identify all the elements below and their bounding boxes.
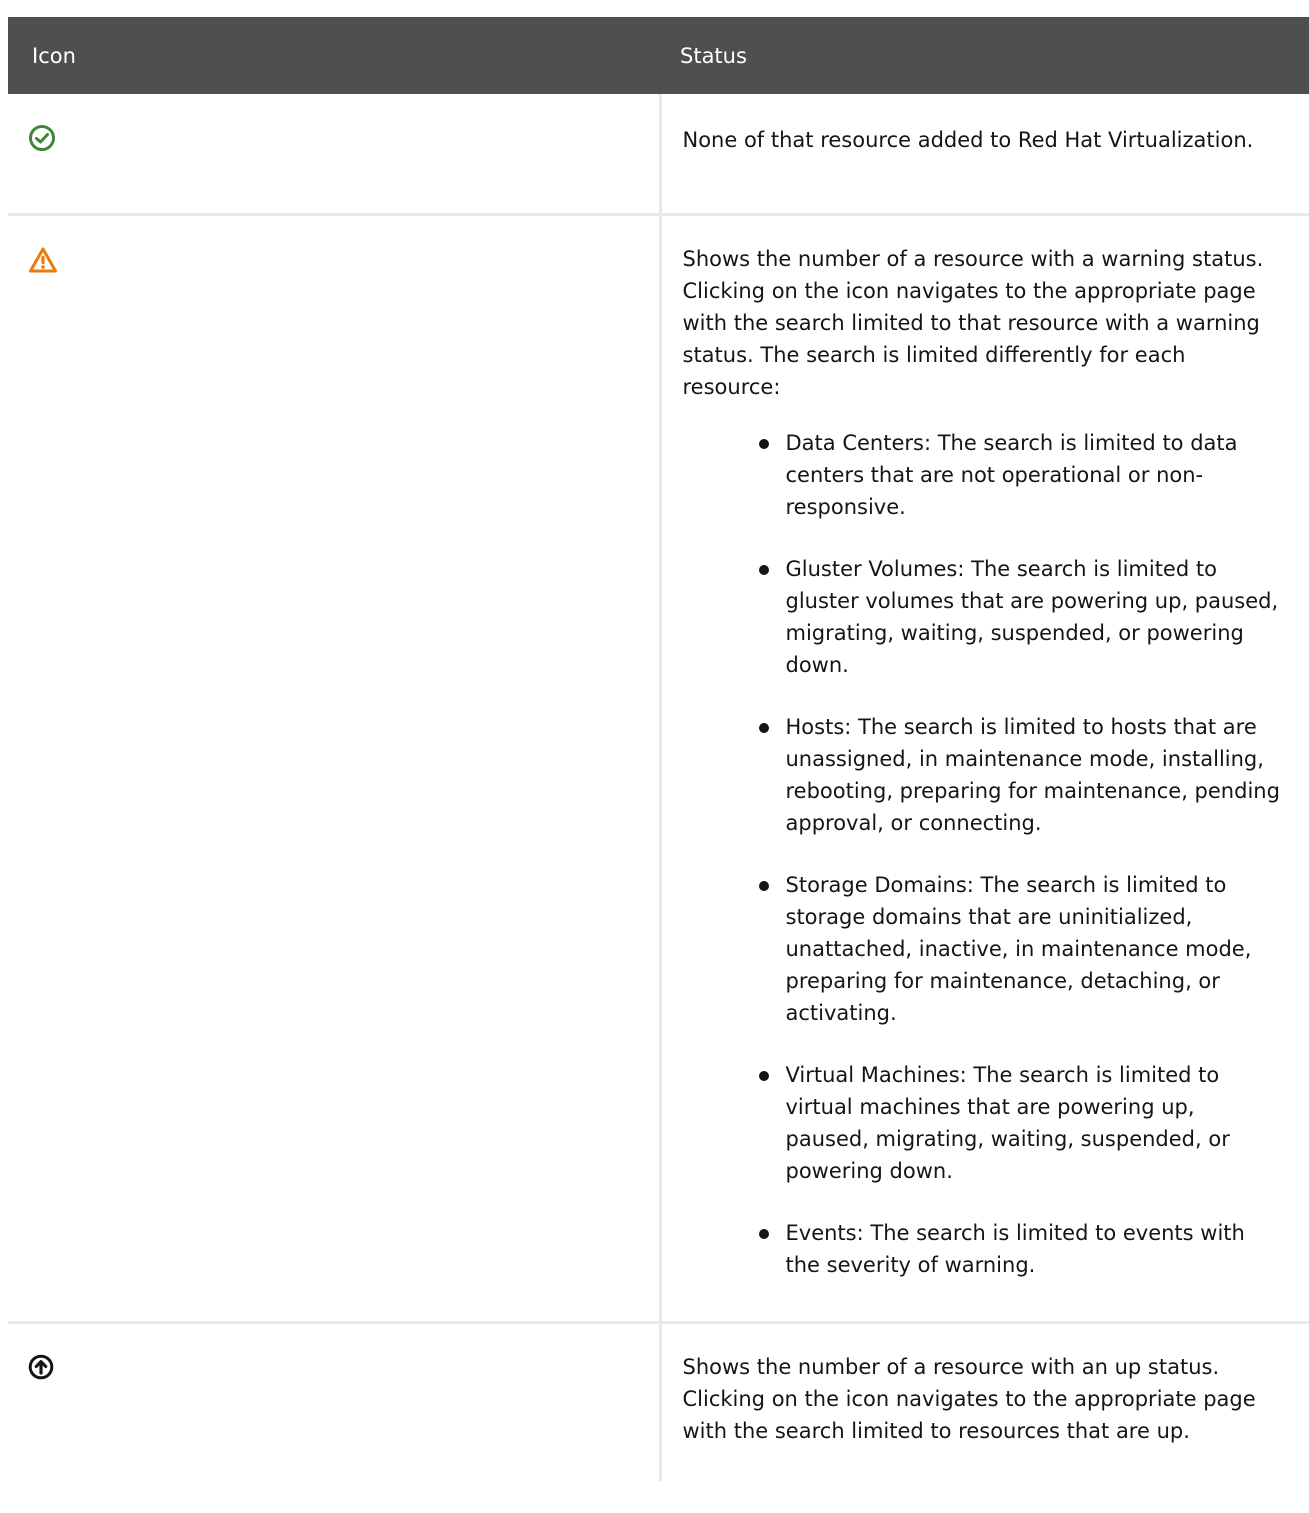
status-description: None of that resource added to Red Hat V… [660,94,1309,216]
resource-term: Gluster Volumes [785,556,958,581]
list-item: Storage Domains: The search is limited t… [758,869,1284,1029]
status-description: Shows the number of a resource with a wa… [682,246,1264,399]
warning-triangle-icon [28,246,659,274]
resource-list: Data Centers: The search is limited to d… [683,427,1284,1281]
icon-cell [8,1322,662,1481]
bullet-icon [758,564,769,575]
arrow-up-circle-icon [28,1354,659,1380]
list-item: Data Centers: The search is limited to d… [758,427,1284,523]
bullet-icon [758,1228,769,1239]
resource-term: Virtual Machines [785,1062,960,1087]
bullet-icon [758,438,769,449]
list-item: Events: The search is limited to events … [758,1217,1284,1281]
column-header-icon: Icon [8,17,660,94]
status-icon-table: Icon Status None of that resource added … [8,17,1309,1481]
resource-term: Hosts [785,714,845,739]
status-description: Shows the number of a resource with an u… [682,1354,1256,1443]
list-item: Gluster Volumes: The search is limited t… [758,553,1284,681]
table-row: None of that resource added to Red Hat V… [8,94,1309,216]
table-header-row: Icon Status [8,17,1309,94]
resource-term: Storage Domains [785,872,967,897]
list-item: Hosts: The search is limited to hosts th… [758,711,1284,839]
bullet-icon [758,1070,769,1081]
table-row: Shows the number of a resource with a wa… [8,214,1309,1324]
bullet-icon [758,880,769,891]
resource-term: Events [785,1220,857,1245]
resource-term: Data Centers [785,430,924,455]
resource-description: : The search is limited to hosts that ar… [785,714,1280,835]
status-description-cell: Shows the number of a resource with a wa… [660,214,1309,1324]
table-row: Shows the number of a resource with an u… [8,1322,1309,1481]
list-item: Virtual Machines: The search is limited … [758,1059,1284,1187]
bullet-icon [758,722,769,733]
icon-cell [8,214,662,1324]
column-header-status: Status [660,17,1309,94]
check-circle-icon [28,124,659,152]
icon-cell [8,94,662,216]
